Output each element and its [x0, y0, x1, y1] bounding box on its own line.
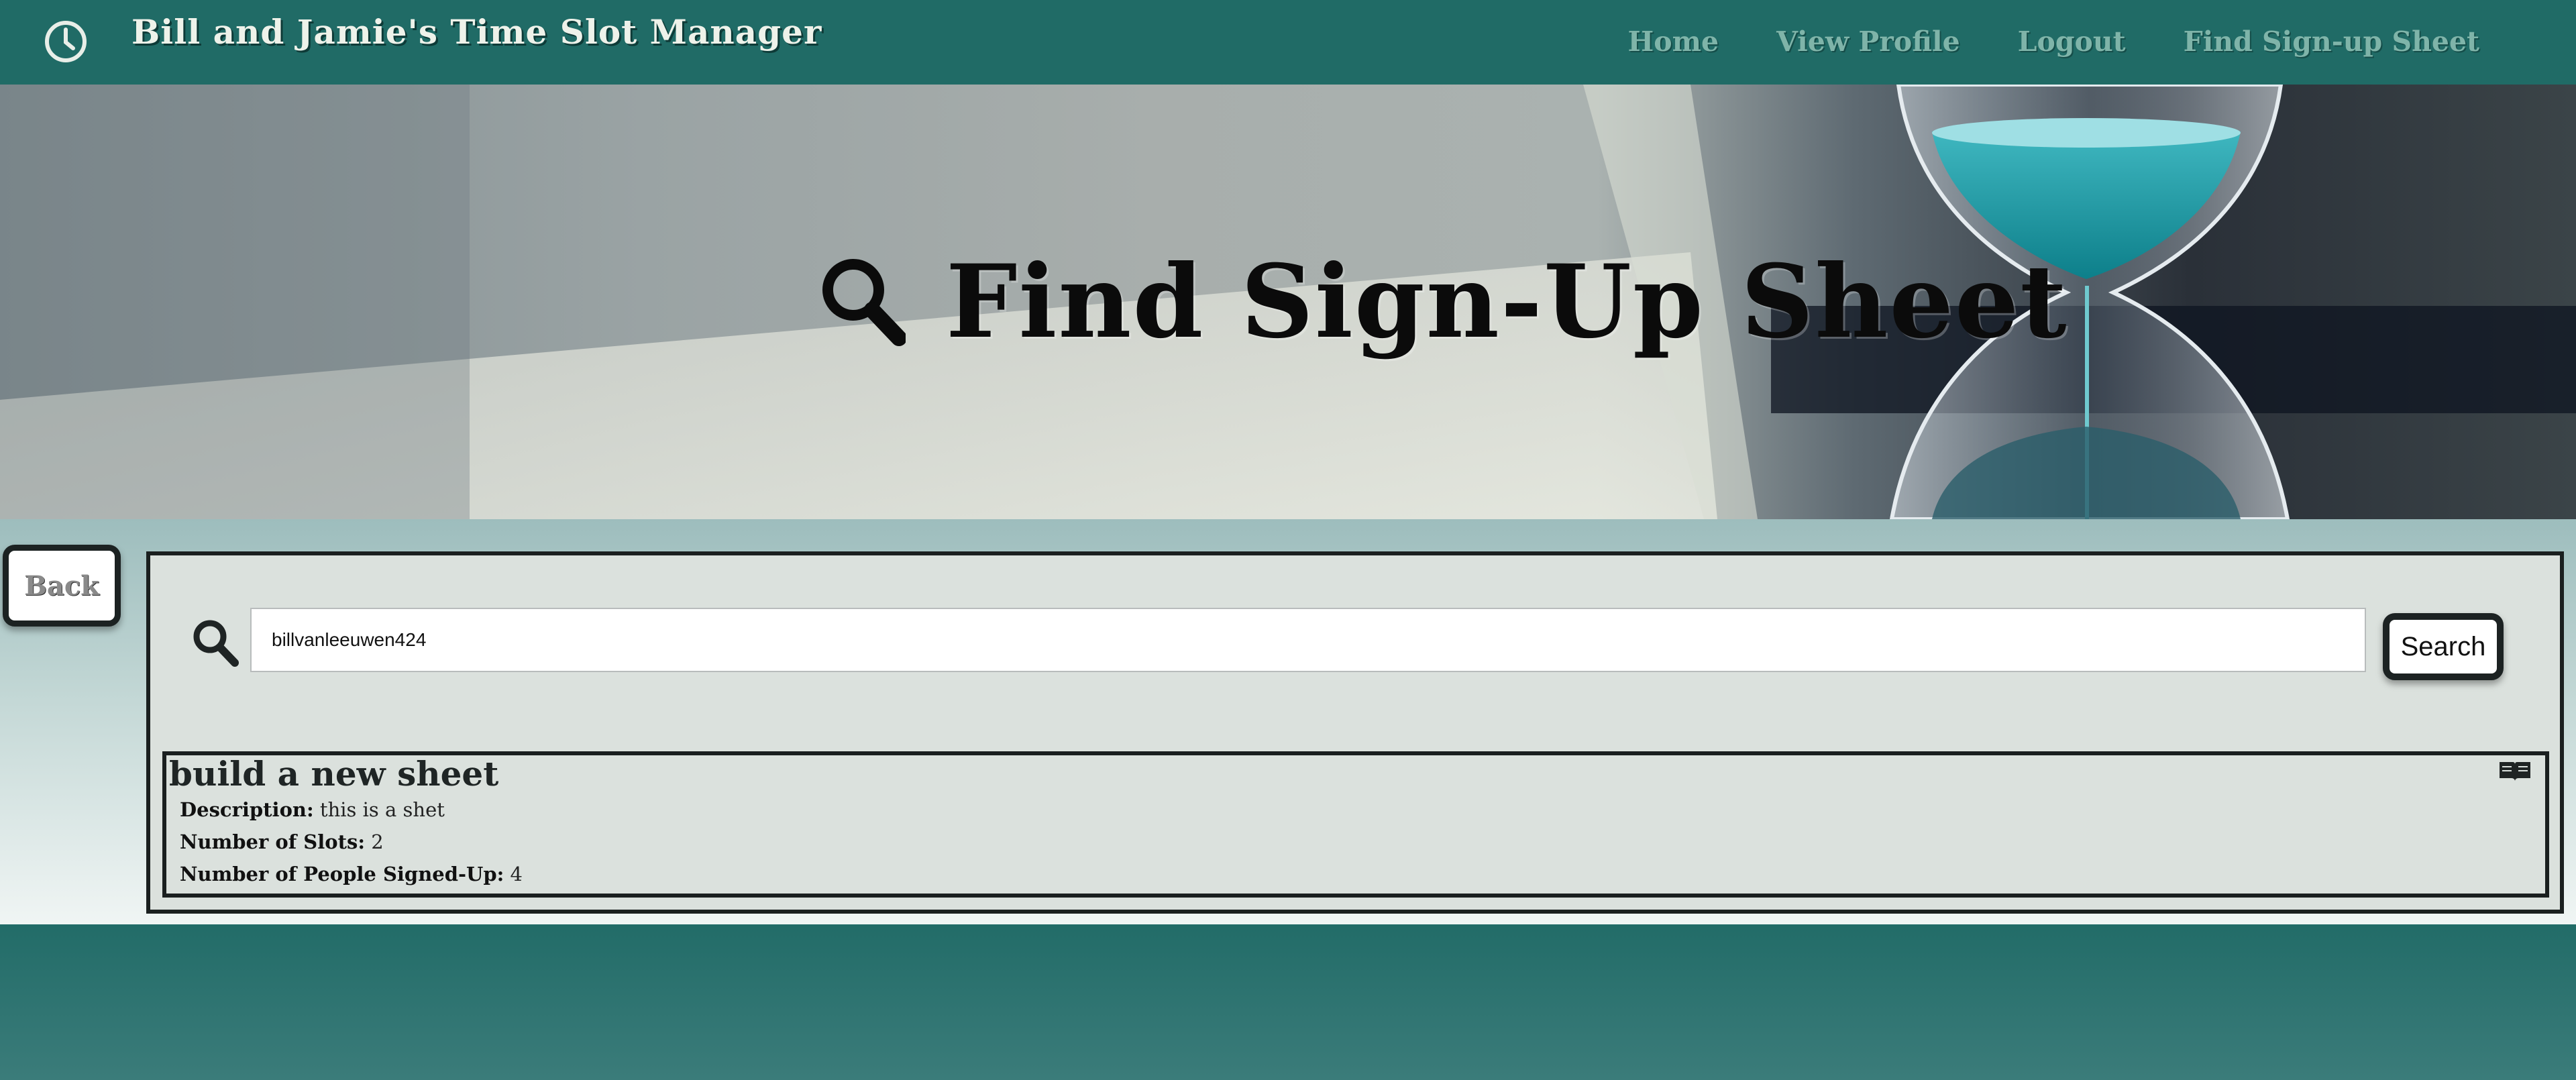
clock-icon: [45, 21, 87, 62]
nav-home-link[interactable]: Home: [1628, 25, 1719, 58]
back-button[interactable]: Back: [3, 545, 121, 627]
page-title: Find Sign-Up Sheet: [946, 243, 2068, 361]
nav-find-sheet-link[interactable]: Find Sign-up Sheet: [2184, 25, 2479, 58]
sheet-slots-row: Number of Slots: 2: [180, 830, 384, 853]
hero-heading: Find Sign-Up Sheet: [818, 243, 2068, 361]
nav-logout-link[interactable]: Logout: [2018, 25, 2126, 58]
slots-label: Number of Slots:: [180, 830, 366, 853]
book-icon[interactable]: [2498, 759, 2532, 782]
sheet-signed-row: Number of People Signed-Up: 4: [180, 863, 523, 885]
search-icon: [193, 620, 239, 667]
slots-value: 2: [371, 830, 384, 853]
search-button[interactable]: Search: [2383, 613, 2504, 680]
nav-view-profile-link[interactable]: View Profile: [1776, 25, 1960, 58]
navbar: Bill and Jamie's Time Slot Manager Home …: [0, 0, 2576, 85]
brand-title[interactable]: Bill and Jamie's Time Slot Manager: [131, 12, 822, 52]
search-icon: [822, 259, 906, 346]
description-label: Description:: [180, 798, 314, 821]
signed-label: Number of People Signed-Up:: [180, 863, 504, 885]
nav-links: Home View Profile Logout Find Sign-up Sh…: [1628, 25, 2479, 58]
sheet-description-row: Description: this is a shet: [180, 798, 445, 821]
description-value: this is a shet: [319, 798, 445, 821]
back-button-label: Back: [24, 570, 99, 602]
sheet-result-card[interactable]: build a new sheet Description: this is a…: [162, 751, 2549, 898]
sheet-title[interactable]: build a new sheet: [169, 754, 498, 794]
footer: [0, 924, 2576, 1080]
hero-banner: Find Sign-Up Sheet: [0, 85, 2576, 519]
search-input[interactable]: [250, 608, 2366, 672]
signed-value: 4: [510, 863, 523, 885]
